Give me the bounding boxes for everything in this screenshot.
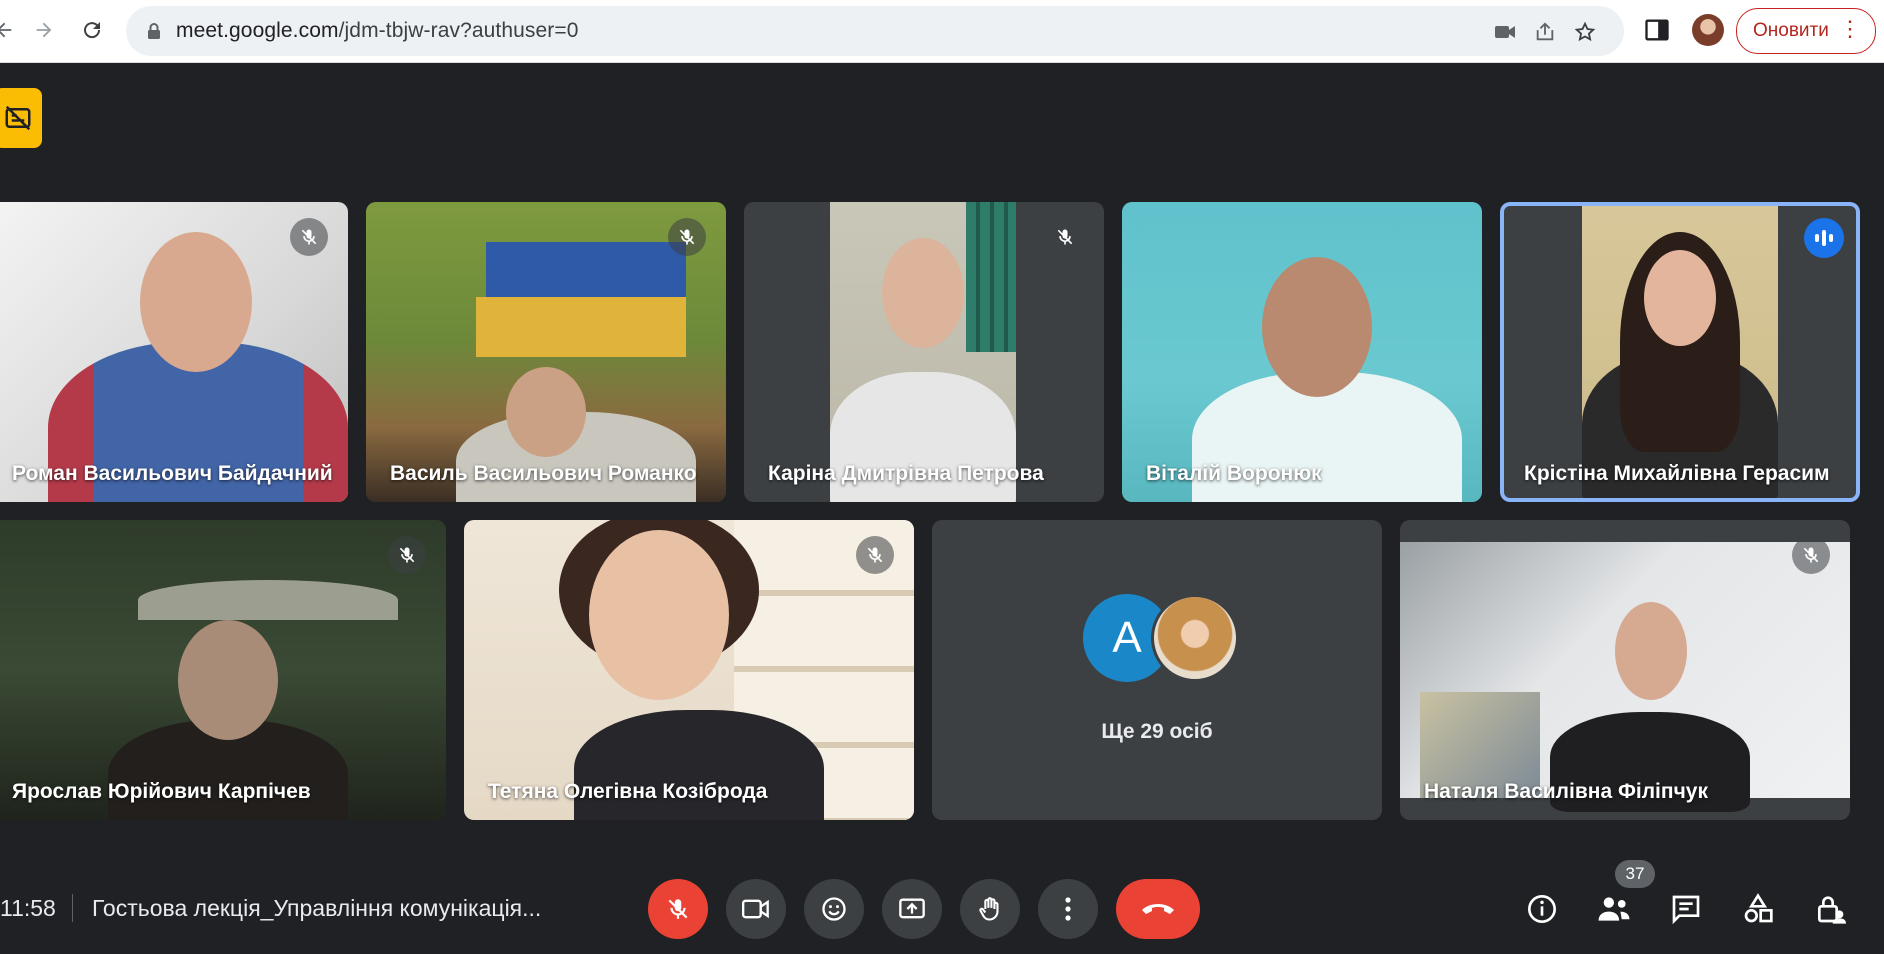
person-head [1262,257,1372,397]
participant-name: Василь Васильович Романко [390,462,697,485]
more-options-button[interactable] [1038,879,1098,939]
person-head [140,232,252,372]
people-icon [1598,897,1630,921]
chat-button[interactable] [1662,885,1710,933]
meeting-info-button[interactable] [1518,885,1566,933]
present-screen-button[interactable] [882,879,942,939]
speaking-indicator-icon [1804,218,1844,258]
address-bar[interactable]: meet.google.com/jdm-tbjw-rav?authuser=0 [126,6,1624,56]
raise-hand-button[interactable] [960,879,1020,939]
participant-name: Наталя Василівна Філіпчук [1424,780,1708,803]
url-host: meet.google.com [176,19,339,42]
mic-toggle-button[interactable] [648,879,708,939]
mic-off-icon [856,536,894,574]
activities-button[interactable] [1734,885,1782,933]
participant-tile[interactable]: Наталя Василівна Філіпчук [1400,520,1850,820]
umbrella [138,580,398,620]
back-arrow-icon[interactable] [0,12,22,48]
update-label: Оновити [1753,20,1829,41]
hand-icon [979,897,999,921]
divider [72,894,73,922]
video-feed [1400,520,1850,820]
flag-blue [486,242,686,297]
portrait-video [1582,202,1778,502]
person-head [1644,250,1716,346]
profile-avatar[interactable] [1692,14,1724,46]
participant-tile[interactable]: Ярослав Юрійович Карпічев [0,520,446,820]
others-count-label: Ще 29 осіб [1101,720,1213,743]
browser-toolbar: meet.google.com/jdm-tbjw-rav?authuser=0 … [0,0,1884,63]
present-icon [899,898,925,919]
emoji-icon [822,897,846,921]
chat-icon [1672,895,1700,924]
share-icon[interactable] [1532,19,1558,45]
more-vert-icon[interactable]: ⋮ [1839,18,1861,40]
lock-person-icon [1818,896,1846,924]
flag-yellow [476,297,686,357]
person-head [506,367,586,457]
mic-off-icon [1046,218,1084,256]
side-panel-icon[interactable] [1643,16,1671,44]
more-vert-icon [1065,897,1071,921]
participant-name: Крістіна Михайлівна Герасим [1524,462,1830,485]
participant-avatar-photo [1151,594,1239,682]
portrait-video [830,202,1016,502]
camera-toggle-button[interactable] [726,879,786,939]
lock-icon[interactable] [146,22,162,45]
participant-count-badge: 37 [1615,860,1655,888]
participant-tile[interactable]: Віталій Воронюк [1122,202,1482,502]
update-button[interactable]: Оновити ⋮ [1736,8,1876,54]
mic-off-icon [290,218,328,256]
video-feed [464,520,914,820]
hang-up-icon [1142,904,1174,914]
mic-off-icon [1792,536,1830,574]
meeting-title: Гостьова лекція_Управління комунікація..… [92,895,542,921]
person-head [882,238,964,348]
participant-name: Ярослав Юрійович Карпічев [12,780,311,803]
person-head [178,620,278,740]
activities-icon [1744,893,1773,923]
video-feed [0,520,446,820]
participant-name: Каріна Дмитрівна Петрова [768,462,1044,485]
leave-call-button[interactable] [1116,879,1200,939]
mic-off-icon [668,899,688,919]
person-head [589,530,729,700]
url-text[interactable]: meet.google.com/jdm-tbjw-rav?authuser=0 [176,19,579,43]
camera-icon [742,899,769,919]
meeting-clock: 11:58 [0,895,56,921]
url-path: /jdm-tbjw-rav?authuser=0 [338,19,579,42]
people-button[interactable] [1590,885,1638,933]
participant-tile[interactable]: Роман Васильович Байдачний [0,202,348,502]
participant-tile[interactable]: Каріна Дмитрівна Петрова [744,202,1104,502]
camera-blocked-icon[interactable] [1492,19,1518,45]
participant-tile[interactable]: Тетяна Олегівна Козіброда [464,520,914,820]
video-feed [1122,202,1482,502]
no-captions-badge[interactable] [0,88,42,148]
participant-name: Віталій Воронюк [1146,462,1322,485]
mic-off-icon [388,536,426,574]
forward-arrow-icon[interactable] [26,12,62,48]
reload-icon[interactable] [74,12,110,48]
participant-tile[interactable]: Василь Васильович Романко [366,202,726,502]
host-controls-button[interactable] [1806,885,1854,933]
person-head [1615,602,1687,700]
reactions-button[interactable] [804,879,864,939]
landscape-video [1400,542,1850,812]
star-icon[interactable] [1572,19,1598,45]
participant-tile-active[interactable]: Крістіна Михайлівна Герасим [1500,202,1860,502]
info-icon [1528,895,1556,923]
participant-name: Тетяна Олегівна Козіброда [488,780,768,803]
binders [966,202,1016,352]
participant-name: Роман Васильович Байдачний [12,462,333,485]
others-tile[interactable]: A Ще 29 осіб [932,520,1382,820]
mic-off-icon [668,218,706,256]
